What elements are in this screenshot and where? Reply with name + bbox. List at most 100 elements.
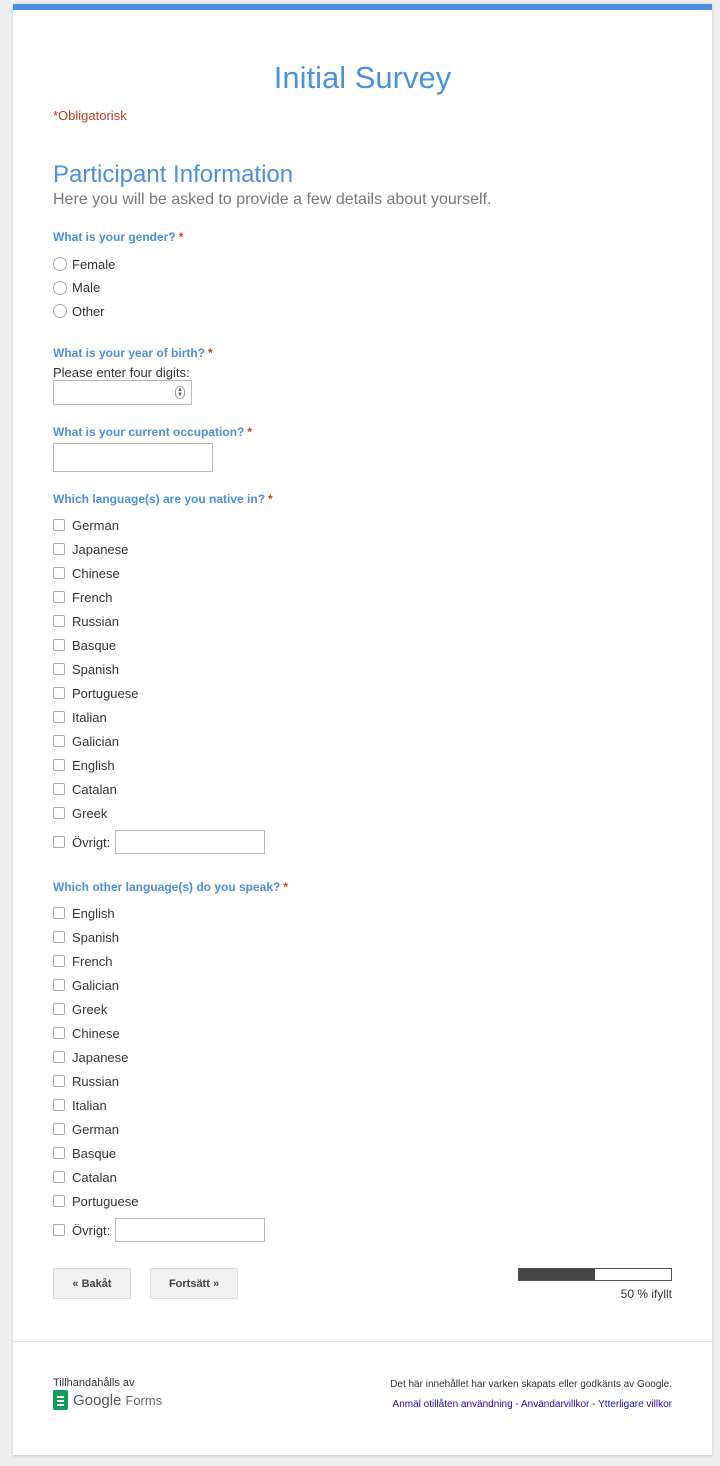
continue-button[interactable]: Fortsätt » bbox=[150, 1268, 238, 1299]
other-language-option[interactable]: Japanese bbox=[53, 1047, 128, 1067]
other-language-option[interactable]: Catalan bbox=[53, 1167, 117, 1187]
option-label: Övrigt: bbox=[72, 1222, 111, 1238]
other-language-option[interactable]: Chinese bbox=[53, 1023, 120, 1043]
checkbox[interactable] bbox=[53, 1195, 65, 1207]
radio-button[interactable] bbox=[53, 257, 67, 271]
option-label: English bbox=[72, 757, 115, 773]
native-language-option[interactable]: Spanish bbox=[53, 659, 119, 679]
checkbox[interactable] bbox=[53, 711, 65, 723]
option-label: Russian bbox=[72, 1073, 119, 1089]
checkbox[interactable] bbox=[53, 591, 65, 603]
footer-links: Anmäl otillåten användning - Användarvil… bbox=[393, 1399, 672, 1410]
question-other-lang-title: Which other language(s) do you speak? * bbox=[53, 880, 288, 894]
number-spinner-icon[interactable]: ▲ ▼ bbox=[175, 386, 185, 399]
other-language-option[interactable]: Greek bbox=[53, 999, 107, 1019]
gender-option[interactable]: Male bbox=[53, 278, 100, 298]
checkbox[interactable] bbox=[53, 615, 65, 627]
native-language-option[interactable]: French bbox=[53, 587, 112, 607]
progress-bar bbox=[518, 1268, 672, 1281]
other-language-option[interactable]: Italian bbox=[53, 1095, 107, 1115]
back-button[interactable]: « Bakåt bbox=[53, 1268, 131, 1299]
checkbox[interactable] bbox=[53, 663, 65, 675]
other-language-option[interactable]: Basque bbox=[53, 1143, 116, 1163]
birth-year-input[interactable]: ▲ ▼ bbox=[53, 380, 192, 405]
required-star: * bbox=[247, 425, 253, 439]
native-language-option[interactable]: Catalan bbox=[53, 779, 117, 799]
option-label: Catalan bbox=[72, 1169, 117, 1185]
checkbox[interactable] bbox=[53, 907, 65, 919]
option-label: Japanese bbox=[72, 1049, 129, 1065]
other-language-option[interactable]: Portuguese bbox=[53, 1191, 139, 1211]
checkbox[interactable] bbox=[53, 759, 65, 771]
checkbox[interactable] bbox=[53, 1027, 65, 1039]
checkbox[interactable] bbox=[53, 1075, 65, 1087]
checkbox[interactable] bbox=[53, 735, 65, 747]
question-occupation-title: What is your current occupation? * bbox=[53, 425, 252, 439]
checkbox[interactable] bbox=[53, 519, 65, 531]
native-language-option[interactable]: Portuguese bbox=[53, 683, 139, 703]
checkbox[interactable] bbox=[53, 955, 65, 967]
checkbox[interactable] bbox=[53, 1051, 65, 1063]
checkbox[interactable] bbox=[53, 687, 65, 699]
checkbox[interactable] bbox=[53, 1099, 65, 1111]
checkbox[interactable] bbox=[53, 979, 65, 991]
other-language-option[interactable]: Galician bbox=[53, 975, 119, 995]
native-other-input[interactable] bbox=[115, 830, 266, 854]
checkbox[interactable] bbox=[53, 567, 65, 579]
checkbox[interactable] bbox=[53, 931, 65, 943]
option-label: German bbox=[72, 1121, 119, 1137]
required-star: * bbox=[208, 346, 213, 360]
radio-button[interactable] bbox=[53, 304, 67, 318]
required-star: * bbox=[283, 880, 289, 894]
checkbox[interactable] bbox=[53, 1003, 65, 1015]
logo-forms-text: Forms bbox=[125, 1392, 163, 1408]
option-label: Spanish bbox=[72, 661, 119, 677]
checkbox[interactable] bbox=[53, 807, 65, 819]
option-label: Catalan bbox=[72, 781, 117, 797]
other-language-other[interactable]: Övrigt: bbox=[53, 1217, 266, 1243]
checkbox[interactable] bbox=[53, 1147, 65, 1159]
birth-help-text: Please enter four digits: bbox=[53, 365, 190, 380]
checkbox[interactable] bbox=[53, 543, 65, 555]
native-language-option[interactable]: German bbox=[53, 515, 119, 535]
checkbox[interactable] bbox=[53, 1171, 65, 1183]
option-label: Basque bbox=[72, 637, 117, 653]
native-language-option[interactable]: Russian bbox=[53, 611, 119, 631]
gender-option[interactable]: Female bbox=[53, 254, 115, 274]
option-label: Basque bbox=[72, 1145, 117, 1161]
checkbox[interactable] bbox=[53, 639, 65, 651]
option-label: Övrigt: bbox=[72, 834, 111, 850]
native-language-option[interactable]: Greek bbox=[53, 803, 107, 823]
other-language-option[interactable]: Spanish bbox=[53, 927, 119, 947]
native-language-option[interactable]: Chinese bbox=[53, 563, 120, 583]
additional-terms-link[interactable]: Ytterligare villkor bbox=[598, 1399, 672, 1410]
option-label: Portuguese bbox=[72, 685, 139, 701]
other-language-option[interactable]: English bbox=[53, 903, 115, 923]
other-language-option[interactable]: French bbox=[53, 951, 112, 971]
native-language-option[interactable]: English bbox=[53, 755, 115, 775]
occupation-input[interactable] bbox=[53, 443, 213, 472]
option-label: English bbox=[72, 905, 115, 921]
native-language-option[interactable]: Japanese bbox=[53, 539, 128, 559]
checkbox[interactable] bbox=[53, 1224, 65, 1236]
terms-link[interactable]: Användarvillkor bbox=[521, 1399, 589, 1410]
native-language-option[interactable]: Italian bbox=[53, 707, 107, 727]
native-language-option[interactable]: Basque bbox=[53, 635, 116, 655]
link-separator: - bbox=[512, 1399, 521, 1410]
progress-fill bbox=[519, 1269, 595, 1280]
other-lang-other-input[interactable] bbox=[115, 1218, 266, 1242]
google-forms-logo[interactable]: Google Forms bbox=[53, 1390, 162, 1410]
checkbox[interactable] bbox=[53, 836, 65, 848]
radio-button[interactable] bbox=[53, 280, 67, 295]
checkbox[interactable] bbox=[53, 783, 65, 795]
gender-option[interactable]: Other bbox=[53, 301, 105, 321]
other-language-option[interactable]: Russian bbox=[53, 1071, 119, 1091]
native-language-option[interactable]: Galician bbox=[53, 731, 119, 751]
footer-disclaimer: Det här innehållet har varken skapats el… bbox=[390, 1379, 672, 1390]
section-title: Participant Information bbox=[53, 161, 294, 188]
option-label: Greek bbox=[72, 1001, 108, 1017]
other-language-option[interactable]: German bbox=[53, 1119, 119, 1139]
checkbox[interactable] bbox=[53, 1123, 65, 1135]
report-abuse-link[interactable]: Anmäl otillåten användning bbox=[393, 1399, 513, 1410]
native-language-other[interactable]: Övrigt: bbox=[53, 829, 266, 855]
